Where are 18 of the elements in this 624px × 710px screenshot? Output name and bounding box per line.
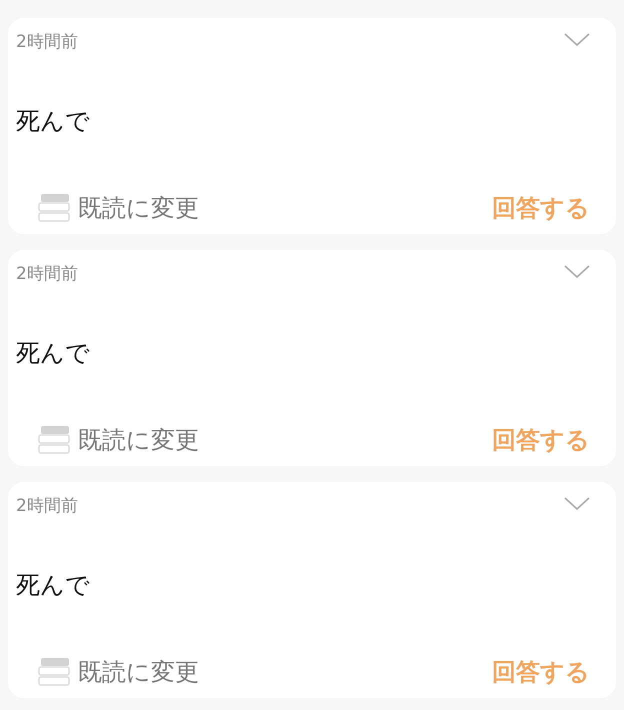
timestamp: 2時間前 [16,31,78,53]
mark-read-label: 既読に変更 [78,193,199,224]
mark-read-label: 既読に変更 [78,657,199,688]
chevron-down-icon[interactable] [564,496,590,510]
mark-read-button[interactable]: 既読に変更 [16,192,199,224]
chevron-down-icon[interactable] [564,32,590,46]
message-text: 死んで [16,338,91,369]
message-text: 死んで [16,570,91,601]
timestamp: 2時間前 [16,495,78,517]
message-text: 死んで [16,106,91,137]
mark-read-label: 既読に変更 [78,425,199,456]
books-icon [38,425,72,455]
timestamp: 2時間前 [16,263,78,285]
mark-read-button[interactable]: 既読に変更 [16,656,199,688]
books-icon [38,657,72,687]
mark-read-button[interactable]: 既読に変更 [16,424,199,456]
books-icon [38,193,72,223]
chevron-down-icon[interactable] [564,264,590,278]
